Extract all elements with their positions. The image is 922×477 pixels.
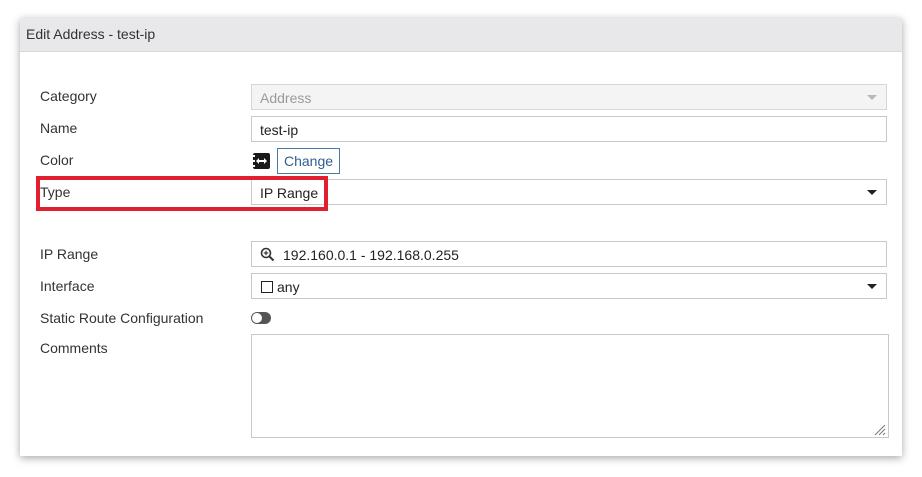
static-route-toggle[interactable]	[251, 312, 271, 324]
name-value: test-ip	[260, 122, 299, 138]
edit-address-dialog: Edit Address - test-ip Category Address …	[20, 18, 902, 456]
category-label: Category	[40, 88, 97, 104]
comments-textarea[interactable]	[251, 334, 889, 438]
search-icon	[260, 247, 275, 265]
chevron-down-icon	[867, 95, 877, 100]
interface-select[interactable]: any	[251, 273, 887, 299]
dialog-title: Edit Address - test-ip	[26, 26, 156, 42]
ip-range-input[interactable]: 192.160.0.1 - 192.168.0.255	[251, 241, 887, 267]
type-select[interactable]: IP Range	[251, 179, 887, 205]
interface-label: Interface	[40, 278, 95, 294]
resize-grip-icon[interactable]	[874, 423, 886, 436]
dialog-titlebar: Edit Address - test-ip	[20, 18, 902, 52]
chevron-down-icon	[867, 284, 877, 289]
interface-icon	[261, 281, 273, 293]
type-highlight-box	[36, 176, 328, 211]
color-swatch-icon	[253, 153, 270, 169]
chevron-down-icon	[867, 190, 877, 195]
ip-range-label: IP Range	[40, 246, 99, 262]
comments-label: Comments	[40, 340, 108, 356]
color-label: Color	[40, 152, 74, 168]
static-route-label: Static Route Configuration	[40, 310, 204, 326]
ip-range-value: 192.160.0.1 - 192.168.0.255	[283, 247, 459, 263]
name-input[interactable]: test-ip	[251, 116, 887, 142]
category-select: Address	[251, 84, 887, 110]
change-color-button[interactable]: Change	[277, 148, 340, 174]
interface-value: any	[277, 279, 300, 295]
category-value: Address	[260, 90, 312, 106]
name-label: Name	[40, 120, 78, 136]
